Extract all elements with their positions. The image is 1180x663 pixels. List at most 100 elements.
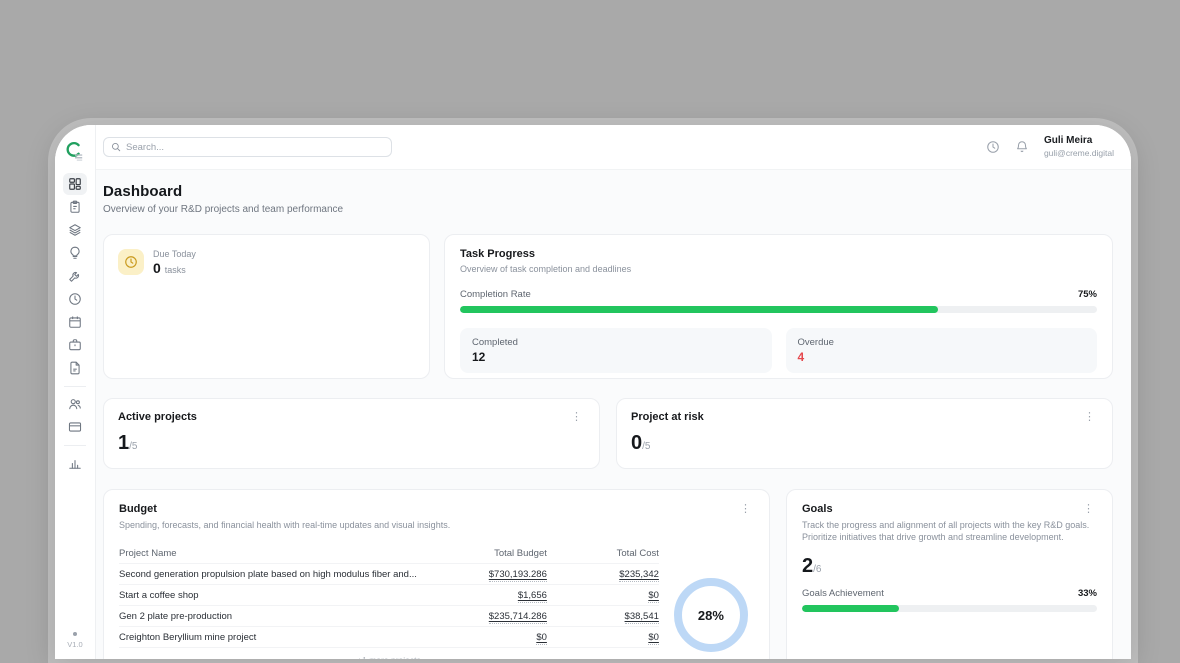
topbar-right: Guli Meira guli@creme.digital (986, 135, 1114, 158)
sidebar-divider (64, 445, 86, 446)
completed-stat: Completed 12 (460, 328, 772, 373)
budget-table-header: Project Name Total Budget Total Cost (119, 543, 659, 564)
user-menu[interactable]: Guli Meira guli@creme.digital (1044, 135, 1114, 158)
more-projects-link[interactable]: +1 more projects (119, 655, 659, 659)
status-dot (73, 632, 77, 636)
sidebar-item-projects[interactable] (63, 219, 87, 241)
user-email: guli@creme.digital (1044, 148, 1114, 159)
goals-achievement-value: 33% (1078, 588, 1097, 599)
goals-card: Goals ⋮ Track the progress and alignment… (786, 489, 1113, 659)
budget-value[interactable]: $235,714.286 (489, 611, 547, 624)
page-subtitle: Overview of your R&D projects and team p… (103, 204, 1113, 215)
topbar: Guli Meira guli@creme.digital (96, 125, 1131, 170)
task-progress-title: Task Progress (460, 248, 1097, 260)
completion-rate-value: 75% (1078, 289, 1097, 300)
sidebar-item-team[interactable] (63, 393, 87, 415)
kebab-menu-icon[interactable]: ⋮ (568, 411, 585, 424)
kebab-menu-icon[interactable]: ⋮ (737, 503, 754, 516)
lightbulb-icon (68, 246, 82, 260)
completed-label: Completed (472, 337, 760, 348)
sidebar-item-analytics[interactable] (63, 452, 87, 474)
completion-progress-fill (460, 306, 938, 313)
sidebar-item-documents[interactable] (63, 357, 87, 379)
sidebar-item-tools[interactable] (63, 265, 87, 287)
layers-icon (68, 223, 82, 237)
creme-logo-icon (66, 141, 84, 161)
bar-chart-icon (68, 456, 82, 470)
budget-subtitle: Spending, forecasts, and financial healt… (119, 519, 754, 531)
page-title: Dashboard (103, 183, 1113, 200)
budget-donut-chart: 28% (674, 578, 748, 652)
goals-progress-track (802, 605, 1097, 612)
due-today-clock-icon (118, 249, 144, 275)
table-row[interactable]: Second generation propulsion plate based… (119, 564, 659, 585)
goals-subtitle: Track the progress and alignment of all … (802, 519, 1097, 543)
completed-value: 12 (472, 350, 760, 364)
task-stats: Completed 12 Overdue 4 (460, 328, 1097, 373)
budget-table: Project Name Total Budget Total Cost Sec… (119, 543, 659, 659)
sidebar-nav (63, 173, 87, 475)
search-icon (111, 142, 121, 152)
row-metrics: Active projects ⋮ 1/5 Project at risk ⋮ … (103, 398, 1113, 469)
credit-card-icon (68, 420, 82, 434)
due-today-unit: tasks (165, 265, 186, 275)
project-at-risk-value: 0/5 (631, 432, 1098, 455)
sidebar-item-billing[interactable] (63, 416, 87, 438)
budget-value[interactable]: $0 (536, 632, 547, 645)
overdue-stat: Overdue 4 (786, 328, 1098, 373)
notifications-bell-icon[interactable] (1015, 140, 1029, 154)
version-label: V1.0 (67, 640, 82, 649)
sidebar-item-tasks[interactable] (63, 196, 87, 218)
budget-card: Budget ⋮ Spending, forecasts, and financ… (103, 489, 770, 659)
sidebar-item-ideas[interactable] (63, 242, 87, 264)
calendar-icon (68, 315, 82, 329)
sidebar-item-time[interactable] (63, 288, 87, 310)
active-projects-card: Active projects ⋮ 1/5 (103, 398, 600, 469)
search-input[interactable] (126, 142, 384, 153)
wrench-icon (68, 269, 82, 283)
users-icon (68, 397, 82, 411)
sidebar-item-dashboard[interactable] (63, 173, 87, 195)
budget-value[interactable]: $730,193.286 (489, 569, 547, 582)
cost-value[interactable]: $235,342 (619, 569, 659, 582)
cost-value[interactable]: $0 (648, 590, 659, 603)
goals-achievement-label: Goals Achievement (802, 588, 884, 599)
sidebar-item-portfolio[interactable] (63, 334, 87, 356)
search-box[interactable] (103, 137, 392, 157)
kebab-menu-icon[interactable]: ⋮ (1080, 503, 1097, 516)
active-projects-title: Active projects (118, 411, 197, 423)
sidebar-item-calendar[interactable] (63, 311, 87, 333)
sidebar-divider (64, 386, 86, 387)
file-icon (68, 361, 82, 375)
clipboard-icon (68, 200, 82, 214)
budget-donut-value: 28% (698, 608, 724, 623)
history-clock-icon[interactable] (986, 140, 1000, 154)
cost-value[interactable]: $0 (648, 632, 659, 645)
task-progress-card: Task Progress Overview of task completio… (444, 234, 1113, 379)
due-today-card: Due Today 0 tasks (103, 234, 430, 379)
budget-body: Project Name Total Budget Total Cost Sec… (119, 531, 754, 659)
active-projects-value: 1/5 (118, 432, 585, 455)
row-budget-goals: Budget ⋮ Spending, forecasts, and financ… (103, 489, 1113, 659)
due-today-label: Due Today (153, 249, 196, 259)
main-area: Guli Meira guli@creme.digital Dashboard … (96, 125, 1131, 659)
goals-value: 2/6 (802, 555, 1097, 578)
budget-value[interactable]: $1,656 (518, 590, 547, 603)
budget-title: Budget (119, 503, 157, 515)
table-row[interactable]: Creighton Beryllium mine project $0 $0 (119, 627, 659, 648)
row-overview: Due Today 0 tasks Task Progress Overview… (103, 234, 1113, 379)
goals-title: Goals (802, 503, 833, 515)
app-window: V1.0 Guli Meira guli@creme.digital Dashb… (55, 125, 1131, 659)
cost-value[interactable]: $38,541 (625, 611, 659, 624)
completion-rate-row: Completion Rate 75% (460, 289, 1097, 300)
due-today-value: 0 tasks (153, 260, 196, 276)
kebab-menu-icon[interactable]: ⋮ (1081, 411, 1098, 424)
completion-rate-label: Completion Rate (460, 289, 531, 300)
briefcase-icon (68, 338, 82, 352)
clock-icon (68, 292, 82, 306)
sidebar: V1.0 (55, 125, 96, 659)
table-row[interactable]: Start a coffee shop $1,656 $0 (119, 585, 659, 606)
project-at-risk-title: Project at risk (631, 411, 704, 423)
table-row[interactable]: Gen 2 plate pre-production $235,714.286 … (119, 606, 659, 627)
overdue-value: 4 (798, 350, 1086, 364)
